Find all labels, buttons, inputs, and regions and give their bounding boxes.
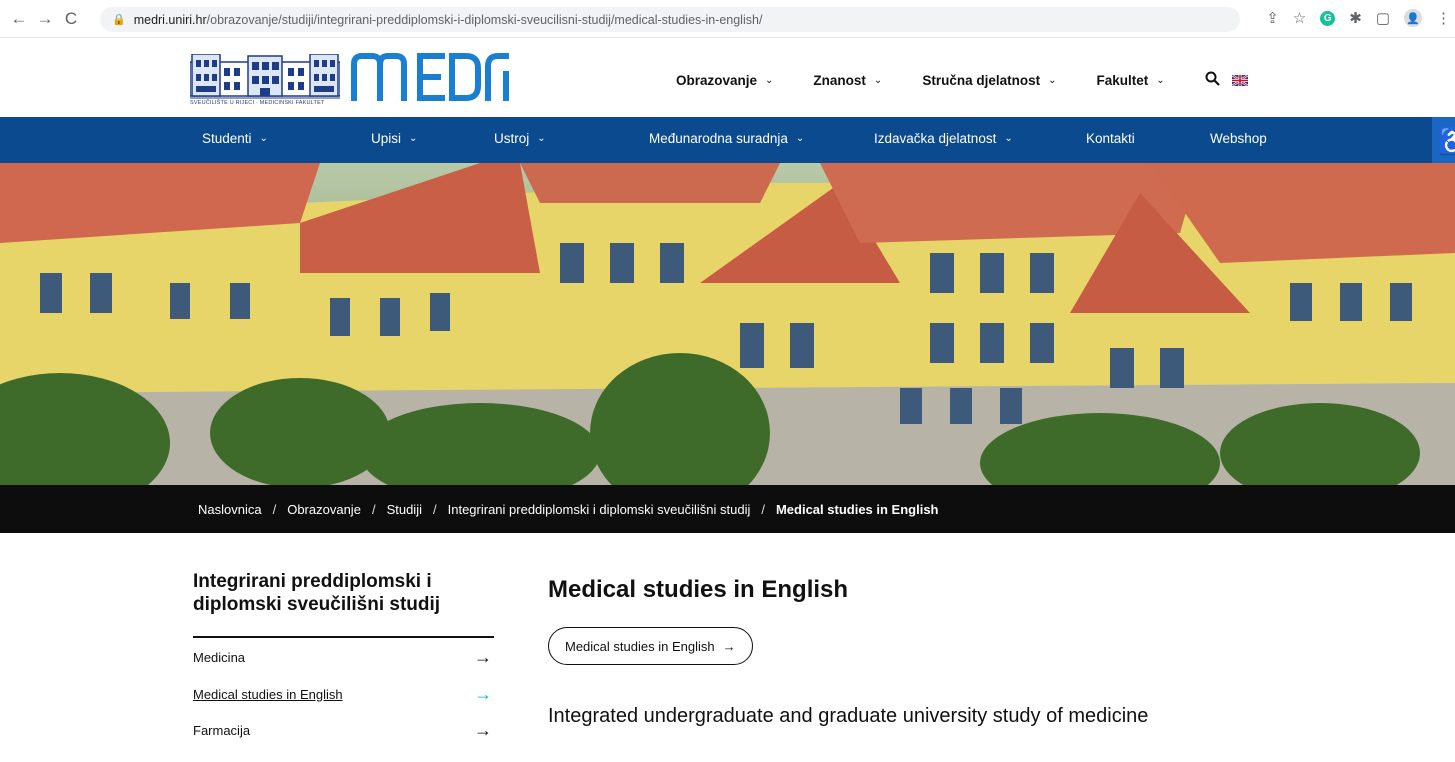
- nav-izdavacka-djelatnost[interactable]: Izdavačka djelatnost ⌄: [874, 131, 1013, 146]
- chevron-down-icon: ⌄: [1004, 133, 1013, 144]
- breadcrumb-separator: /: [761, 501, 765, 517]
- lock-icon: 🔒: [112, 14, 126, 26]
- reload-button[interactable]: C: [60, 8, 82, 30]
- forward-button[interactable]: →: [34, 8, 56, 30]
- button-label: Medical studies in English: [565, 638, 715, 654]
- breadcrumb-separator: /: [272, 501, 277, 517]
- medri-wordmark: [351, 53, 509, 101]
- nav-medunarodna-suradnja[interactable]: Međunarodna suradnja ⌄: [649, 131, 804, 146]
- breadcrumb-separator: /: [371, 501, 376, 517]
- arrow-right-icon: →: [474, 646, 492, 667]
- accessibility-button[interactable]: ♿: [1432, 117, 1455, 165]
- medri-logo[interactable]: [350, 46, 510, 121]
- chevron-down-icon: ⌄: [795, 133, 805, 144]
- nav-label: Studenti: [202, 131, 252, 146]
- arrow-right-icon: →: [474, 719, 492, 740]
- chevron-down-icon: ⌄: [259, 133, 268, 144]
- top-nav-strucna-djelatnost[interactable]: Stručna djelatnost ⌄: [922, 73, 1056, 88]
- arrow-right-icon: →: [474, 683, 492, 704]
- sidebar-title: Integrirani preddiplomski i diplomski sv…: [193, 571, 441, 615]
- nav-studenti[interactable]: Studenti ⌄: [202, 131, 268, 146]
- breadcrumb: Naslovnica / Obrazovanje / Studiji / Int…: [0, 485, 1455, 533]
- faculty-building-photo: [0, 163, 1455, 485]
- extensions-puzzle-icon[interactable]: ✱: [1349, 9, 1362, 27]
- browser-toolbar: ← → C 🔒 medri.uniri.hr/obrazovanje/studi…: [0, 0, 1455, 38]
- top-nav-label: Fakultet: [1096, 73, 1149, 88]
- logo-caption: SVEUČILIŠTE U RIJECI · MEDICINSKI FAKULT…: [190, 100, 325, 106]
- hero-image: [0, 163, 1455, 485]
- profile-avatar-icon[interactable]: 👤: [1404, 9, 1422, 27]
- breadcrumb-separator: /: [432, 501, 437, 517]
- share-icon[interactable]: ⇪: [1266, 9, 1279, 27]
- sidebar-item-label: Farmacija: [193, 722, 251, 738]
- nav-label: Međunarodna suradnja: [649, 131, 788, 146]
- nav-label: Webshop: [1210, 131, 1267, 146]
- nav-label: Ustroj: [494, 131, 530, 146]
- url-path: /obrazovanje/studiji/integrirani-preddip…: [206, 12, 763, 27]
- top-nav-fakultet[interactable]: Fakultet ⌄: [1096, 73, 1164, 88]
- breadcrumb-item[interactable]: Integrirani preddiplomski i diplomski sv…: [448, 502, 751, 517]
- url-domain: medri.uniri.hr: [133, 12, 207, 27]
- sidebar-item-farmacija[interactable]: Farmacija →: [193, 713, 494, 747]
- medical-studies-link-button[interactable]: Medical studies in English →: [548, 627, 753, 665]
- breadcrumb-item[interactable]: Obrazovanje: [287, 502, 361, 517]
- main-navigation: Studenti ⌄ Upisi ⌄ Ustroj ⌄ Međunarodna sur…: [0, 117, 1455, 163]
- uk-flag-icon[interactable]: [1231, 75, 1248, 86]
- nav-upisi[interactable]: Upisi ⌄: [371, 131, 417, 146]
- bookmark-star-icon[interactable]: ☆: [1293, 9, 1306, 27]
- breadcrumb-item[interactable]: Studiji: [387, 502, 422, 517]
- top-navigation: Obrazovanje ⌄ Znanost ⌄ Stručna djelatnost…: [676, 71, 1248, 90]
- sidebar-item-medicina[interactable]: Medicina →: [193, 640, 494, 674]
- chevron-down-icon: ⌄: [1156, 75, 1165, 86]
- nav-label: Kontakti: [1086, 131, 1135, 146]
- top-nav-obrazovanje[interactable]: Obrazovanje ⌄: [676, 73, 773, 88]
- nav-label: Izdavačka djelatnost: [874, 131, 997, 146]
- nav-label: Upisi: [371, 131, 402, 146]
- nav-kontakti[interactable]: Kontakti: [1086, 131, 1135, 146]
- wheelchair-icon: ♿: [1438, 125, 1455, 156]
- faculty-building-logo[interactable]: [190, 54, 340, 104]
- browser-menu-icon[interactable]: ⋮: [1436, 9, 1451, 27]
- nav-ustroj[interactable]: Ustroj ⌄: [494, 131, 546, 146]
- page-title: Medical studies in English: [548, 576, 849, 603]
- chevron-down-icon: ⌄: [1048, 75, 1057, 86]
- chevron-down-icon: ⌄: [873, 75, 883, 86]
- chevron-down-icon: ⌄: [765, 75, 774, 86]
- sidebar-divider: [193, 636, 494, 638]
- grammarly-extension-icon[interactable]: G: [1320, 10, 1336, 26]
- arrow-right-icon: →: [722, 638, 736, 654]
- site-header: SVEUČILIŠTE U RIJECI · MEDICINSKI FAKULT…: [0, 38, 1455, 117]
- nav-webshop[interactable]: Webshop: [1210, 131, 1267, 146]
- breadcrumb-current: Medical studies in English: [775, 501, 939, 517]
- sidebar-item-medical-studies-in-english[interactable]: Medical studies in English →: [193, 677, 494, 711]
- side-panel-icon[interactable]: ▢: [1376, 9, 1390, 27]
- chevron-down-icon: ⌄: [537, 133, 546, 144]
- section-heading: Integrated undergraduate and graduate un…: [548, 705, 1149, 727]
- search-icon[interactable]: [1205, 71, 1220, 90]
- top-nav-label: Znanost: [813, 73, 866, 88]
- breadcrumb-item[interactable]: Naslovnica: [198, 502, 262, 517]
- top-nav-label: Obrazovanje: [676, 73, 758, 88]
- address-bar[interactable]: 🔒 medri.uniri.hr/obrazovanje/studiji/int…: [100, 7, 1240, 32]
- top-nav-znanost[interactable]: Znanost ⌄: [813, 73, 882, 88]
- browser-actions: ⇪ ☆ G ✱ ▢ 👤 ⋮: [1266, 9, 1451, 27]
- sidebar-item-label: Medical studies in English: [193, 686, 343, 702]
- sidebar-item-label: Medicina: [193, 649, 246, 665]
- top-nav-label: Stručna djelatnost: [922, 73, 1041, 88]
- chevron-down-icon: ⌄: [409, 133, 418, 144]
- back-button[interactable]: ←: [8, 8, 30, 30]
